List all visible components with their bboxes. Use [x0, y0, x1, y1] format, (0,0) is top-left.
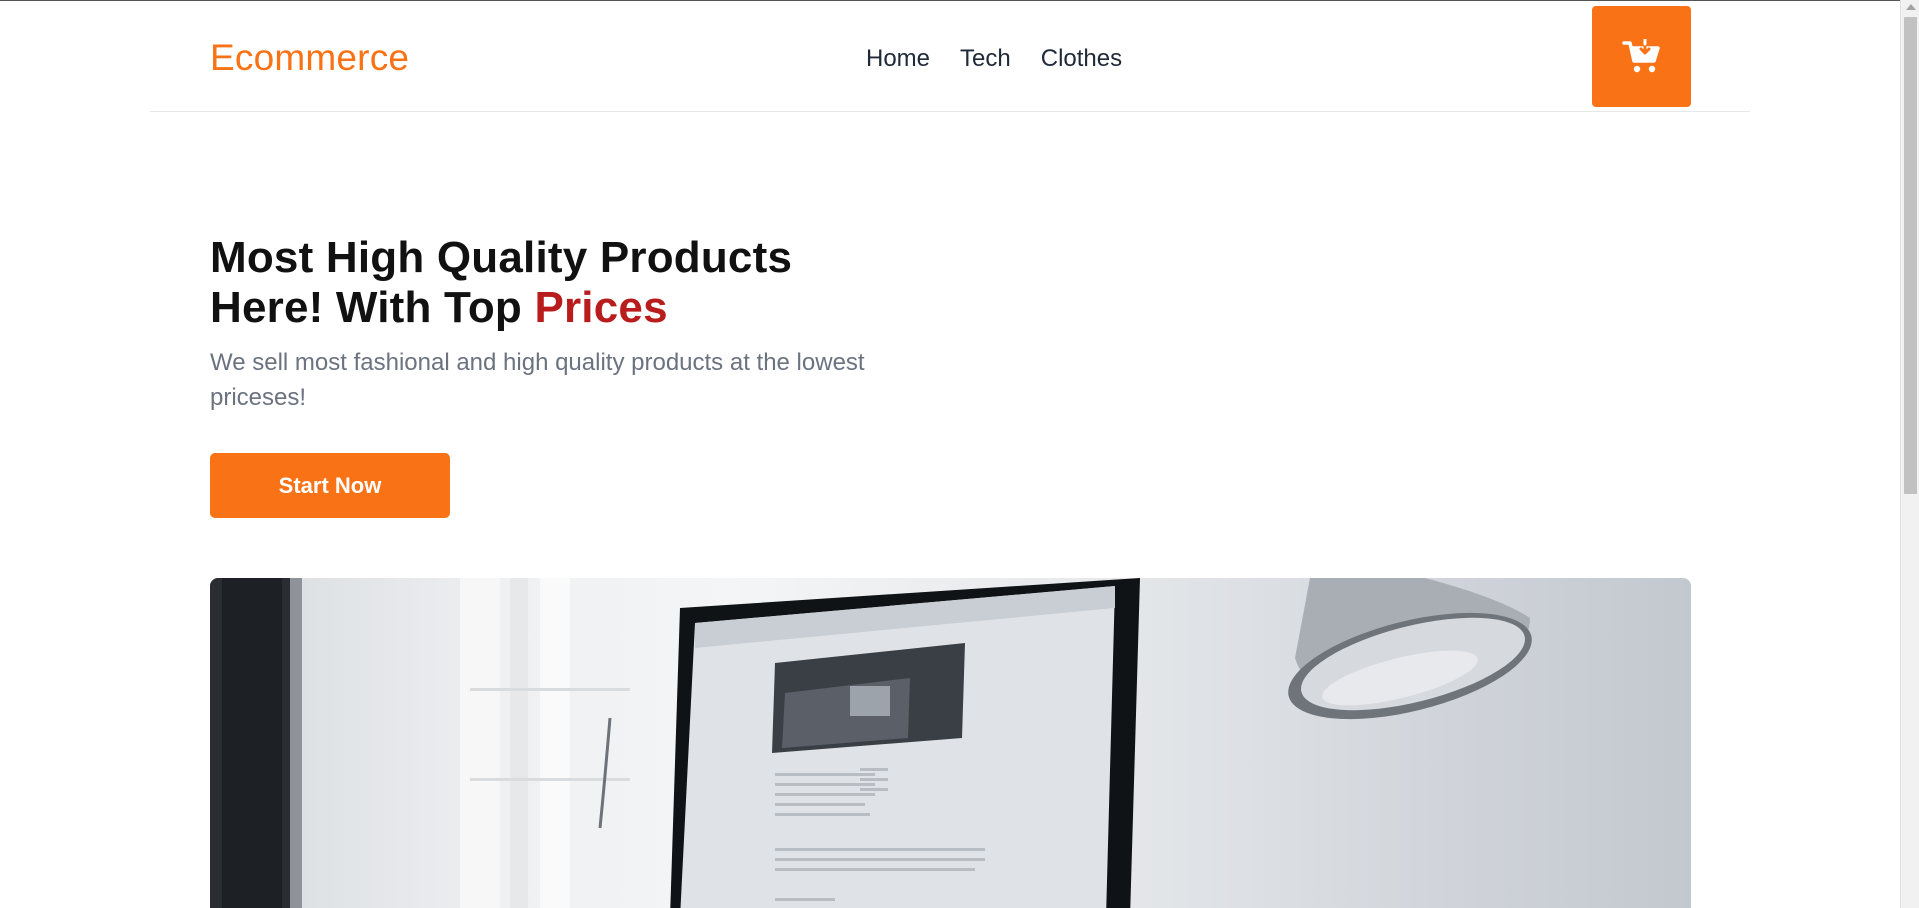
- cart-download-icon: [1621, 38, 1660, 72]
- nav-links: Home Tech Clothes: [866, 45, 1122, 73]
- hero-section: Most High Quality Products Here! With To…: [210, 233, 910, 415]
- cart-button[interactable]: [1592, 6, 1691, 107]
- hero-title-line1: Most High Quality Products: [210, 233, 793, 282]
- scroll-up-arrow-icon[interactable]: [1906, 4, 1916, 10]
- nav-link-tech[interactable]: Tech: [960, 45, 1011, 73]
- navbar: Ecommerce Home Tech Clothes: [150, 1, 1750, 112]
- page: Ecommerce Home Tech Clothes Most High Qu…: [0, 0, 1900, 908]
- hero-title-line2: Here! With Top: [210, 283, 535, 332]
- hero-subtitle: We sell most fashional and high quality …: [210, 349, 865, 411]
- scrollbar[interactable]: [1900, 0, 1919, 908]
- nav-link-home[interactable]: Home: [866, 45, 930, 73]
- hero-image: [210, 578, 1691, 908]
- hero-title-accent: Prices: [534, 283, 668, 332]
- scrollbar-thumb[interactable]: [1904, 17, 1917, 494]
- nav-link-clothes[interactable]: Clothes: [1041, 45, 1122, 73]
- hero-title: Most High Quality Products Here! With To…: [210, 233, 910, 333]
- site-logo[interactable]: Ecommerce: [210, 37, 409, 79]
- workspace-photo: [210, 578, 1532, 908]
- start-now-button[interactable]: Start Now: [210, 453, 450, 518]
